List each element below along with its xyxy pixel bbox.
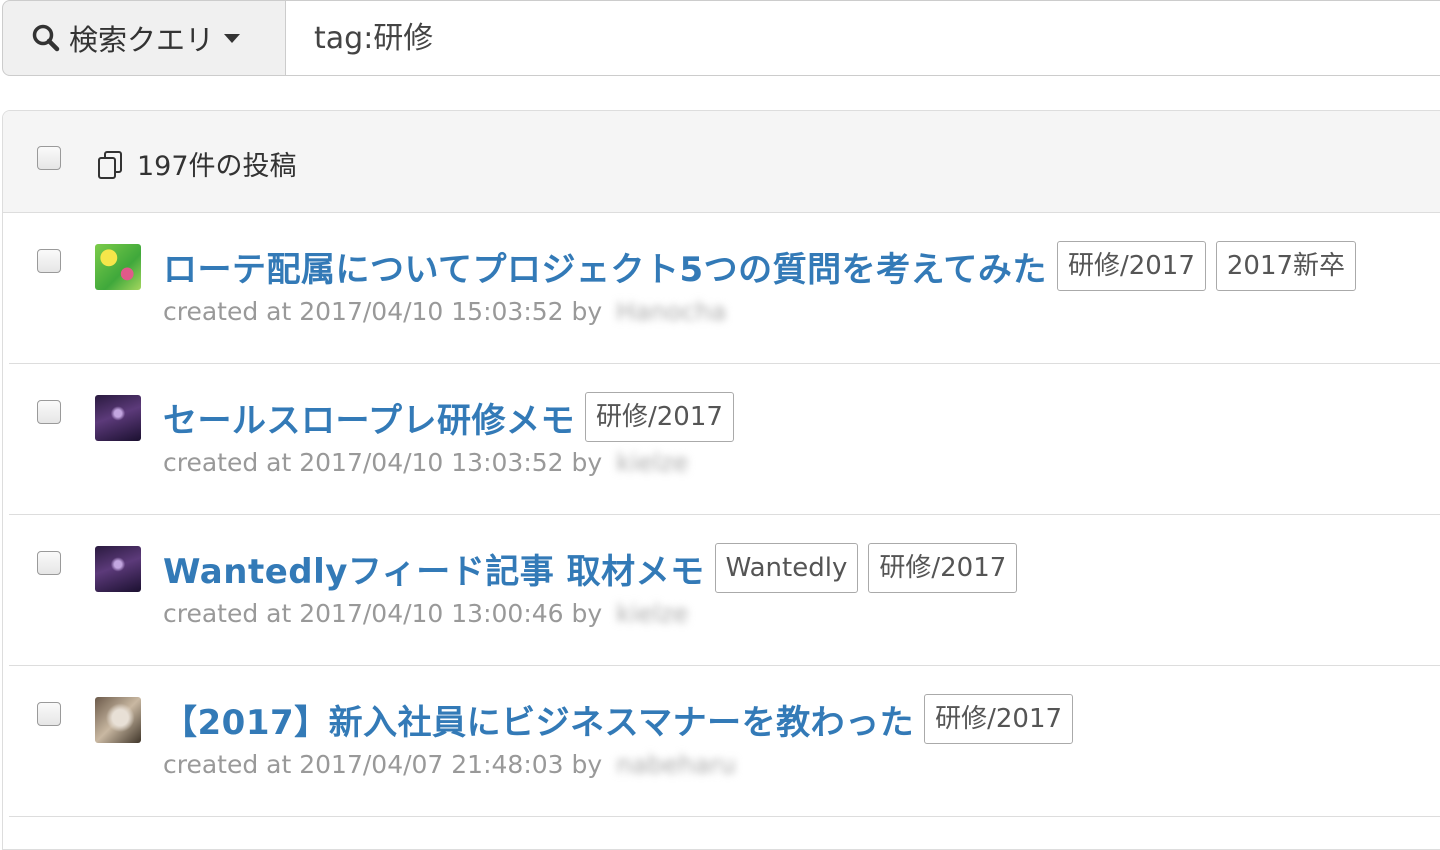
post-list-header: 197件の投稿 — [3, 111, 1440, 213]
tag-badge[interactable]: Wantedly — [714, 543, 859, 593]
post-meta: created at 2017/04/10 13:03:52 by kielze — [163, 448, 688, 477]
post-meta: created at 2017/04/10 15:03:52 by Hanoch… — [163, 297, 726, 326]
avatar[interactable] — [95, 395, 141, 441]
tag-badge[interactable]: 研修/2017 — [584, 392, 734, 442]
post-count-label: 197件の投稿 — [137, 151, 297, 182]
search-bar: 検索クエリ — [2, 0, 1440, 76]
tag-badge[interactable]: 2017新卒 — [1215, 241, 1357, 291]
post-title-link[interactable]: Wantedlyフィード記事 取材メモ — [163, 544, 705, 593]
tag-badge[interactable]: 研修/2017 — [924, 694, 1074, 744]
post-author[interactable]: kielze — [616, 599, 688, 628]
post-created-text: created at 2017/04/10 15:03:52 by — [163, 297, 603, 326]
post-list-panel: 197件の投稿 ローテ配属についてプロジェクト5つの質問を考えてみた 研修/20… — [2, 110, 1440, 850]
avatar[interactable] — [95, 697, 141, 743]
post-author[interactable]: kielze — [616, 448, 688, 477]
post-row: ローテ配属についてプロジェクト5つの質問を考えてみた 研修/2017 2017新… — [9, 213, 1440, 364]
post-created-text: created at 2017/04/07 21:48:03 by — [163, 750, 603, 779]
post-meta: created at 2017/04/07 21:48:03 by nabeha… — [163, 750, 736, 779]
post-title-link[interactable]: 【2017】新入社員にビジネスマナーを教わった — [163, 695, 914, 744]
post-checkbox[interactable] — [37, 400, 61, 424]
posts-copy-icon — [98, 150, 122, 179]
post-title-link[interactable]: セールスロープレ研修メモ — [163, 393, 575, 442]
post-row: セールスロープレ研修メモ 研修/2017 created at 2017/04/… — [9, 364, 1440, 515]
search-icon — [32, 24, 60, 52]
post-meta: created at 2017/04/10 13:00:46 by kielze — [163, 599, 688, 628]
post-author[interactable]: Hanocha — [616, 297, 726, 326]
post-title-line: セールスロープレ研修メモ 研修/2017 — [163, 392, 734, 442]
post-title-link[interactable]: ローテ配属についてプロジェクト5つの質問を考えてみた — [163, 242, 1047, 291]
select-all-checkbox[interactable] — [37, 146, 61, 170]
tag-badge[interactable]: 研修/2017 — [1056, 241, 1206, 291]
post-created-text: created at 2017/04/10 13:00:46 by — [163, 599, 603, 628]
post-title-line: 【2017】新入社員にビジネスマナーを教わった 研修/2017 — [163, 694, 1074, 744]
post-checkbox[interactable] — [37, 249, 61, 273]
post-row: 【2017】新入社員にビジネスマナーを教わった 研修/2017 created … — [9, 666, 1440, 817]
post-checkbox[interactable] — [37, 702, 61, 726]
post-checkbox[interactable] — [37, 551, 61, 575]
post-title-line: ローテ配属についてプロジェクト5つの質問を考えてみた 研修/2017 2017新… — [163, 241, 1357, 291]
search-query-dropdown[interactable]: 検索クエリ — [2, 0, 286, 76]
post-author[interactable]: nabeharu — [616, 750, 736, 779]
avatar[interactable] — [95, 546, 141, 592]
search-input[interactable] — [286, 0, 1440, 76]
search-dropdown-label: 検索クエリ — [69, 23, 215, 57]
tag-badge[interactable]: 研修/2017 — [868, 543, 1018, 593]
post-row: Wantedlyフィード記事 取材メモ Wantedly 研修/2017 cre… — [9, 515, 1440, 666]
caret-down-icon — [224, 33, 241, 43]
post-title-line: Wantedlyフィード記事 取材メモ Wantedly 研修/2017 — [163, 543, 1018, 593]
avatar[interactable] — [95, 244, 141, 290]
post-count: 197件の投稿 — [95, 144, 297, 183]
post-created-text: created at 2017/04/10 13:03:52 by — [163, 448, 603, 477]
